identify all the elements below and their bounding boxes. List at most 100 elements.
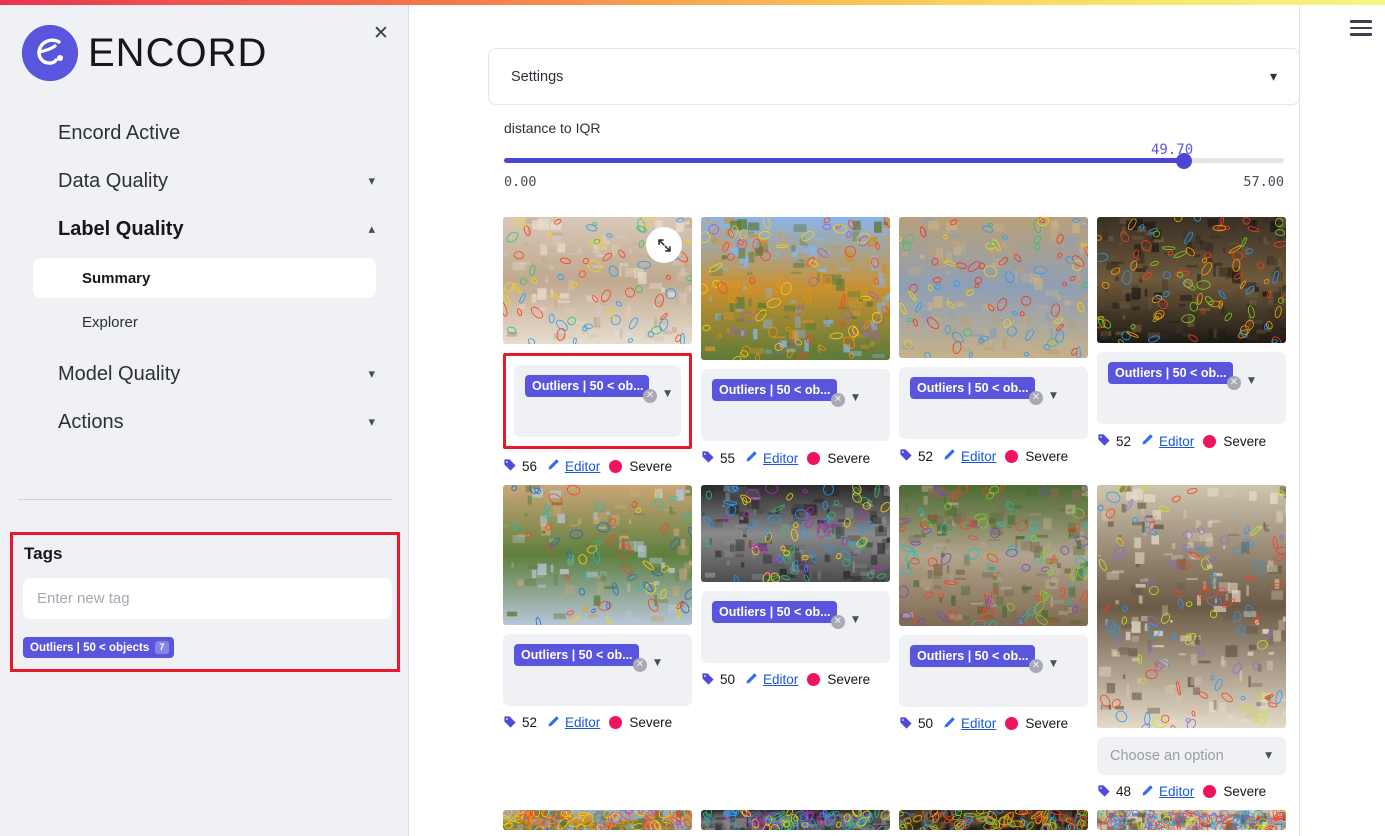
card-tag-selector[interactable]: Outliers | 50 < ob... ✕ ▼	[701, 590, 890, 663]
object-count: 50	[720, 672, 736, 688]
caret-down-icon[interactable]: ▼	[664, 389, 671, 399]
hamburger-menu-icon[interactable]	[1350, 20, 1372, 36]
editor-link[interactable]: Editor	[763, 672, 798, 687]
card-tag-selector[interactable]: Outliers | 50 < ob... ✕ ▼	[899, 634, 1088, 707]
card-meta-row: 50 Editor Severe	[701, 672, 890, 688]
card-tag-selector[interactable]: Outliers | 50 < ob... ✕ ▼	[503, 633, 692, 706]
sidebar-item-label-quality[interactable]: Label Quality ▴	[0, 205, 409, 253]
sidebar-item-actions[interactable]: Actions ▾	[0, 398, 409, 446]
image-thumbnail[interactable]	[1097, 810, 1286, 831]
chevron-down-icon: ▾	[368, 366, 375, 382]
editor-link[interactable]: Editor	[565, 459, 600, 474]
iqr-slider-group: distance to IQR 49.70 0.00 57.00	[504, 120, 1284, 190]
caret-down-icon[interactable]: ▼	[654, 658, 661, 668]
image-thumbnail[interactable]	[503, 217, 692, 344]
severity-label: Severe	[827, 450, 871, 466]
tag-icon	[503, 458, 517, 474]
image-thumbnail[interactable]	[701, 810, 890, 831]
sidebar-item-model-quality[interactable]: Model Quality ▾	[0, 350, 409, 398]
card-tag-pill[interactable]: Outliers | 50 < ob...	[712, 379, 837, 402]
severity-label: Severe	[1025, 448, 1069, 464]
card-tag-pill[interactable]: Outliers | 50 < ob...	[712, 600, 837, 624]
caret-down-icon[interactable]: ▼	[852, 615, 859, 625]
iqr-slider[interactable]	[504, 152, 1284, 169]
card-tag-selector[interactable]: Outliers | 50 < ob... ✕ ▼	[701, 369, 890, 441]
tag-pill-outliers[interactable]: Outliers | 50 < objects 7	[23, 637, 174, 658]
choose-an-option-dropdown[interactable]: Choose an option ▼	[1097, 736, 1286, 775]
card-tag-selector[interactable]: Outliers | 50 < ob... ✕ ▼	[899, 367, 1088, 439]
editor-link[interactable]: Editor	[565, 715, 600, 730]
severity-dot-icon	[609, 716, 623, 730]
thumbnail-canvas	[1097, 217, 1286, 343]
editor-link[interactable]: Editor	[1159, 784, 1194, 799]
image-card: Outliers | 50 < ob... ✕ ▼ 55 Editor Severe	[701, 217, 890, 466]
image-thumbnail[interactable]	[1097, 484, 1286, 728]
object-count: 52	[1116, 433, 1132, 449]
sidebar-item-explorer[interactable]: Explorer	[33, 304, 376, 340]
expand-icon[interactable]	[646, 227, 682, 263]
severity-label: Severe	[1025, 716, 1069, 732]
image-thumbnail[interactable]	[899, 810, 1088, 831]
image-thumbnail[interactable]	[503, 810, 692, 831]
thumbnail-canvas	[1097, 484, 1286, 728]
image-thumbnail[interactable]	[503, 484, 692, 625]
caret-down-icon[interactable]: ▼	[852, 393, 859, 403]
editor-link[interactable]: Editor	[961, 449, 996, 464]
severity-dot-icon	[1203, 434, 1217, 448]
sidebar-item-label: Data Quality	[58, 169, 169, 192]
close-icon[interactable]: ✕	[370, 22, 392, 44]
card-tag-selector[interactable]: Outliers | 50 < ob... ✕ ▼	[503, 353, 692, 449]
card-tag-pill[interactable]: Outliers | 50 < ob...	[525, 375, 650, 398]
slider-thumb[interactable]	[1176, 152, 1193, 169]
pencil-icon	[942, 716, 956, 732]
card-tag-pill[interactable]: Outliers | 50 < ob...	[1108, 362, 1233, 385]
sidebar-item-encord-active[interactable]: Encord Active	[0, 109, 409, 157]
new-tag-input[interactable]	[23, 578, 392, 619]
object-count: 55	[720, 450, 736, 466]
remove-tag-icon[interactable]: ✕	[643, 389, 658, 403]
tag-pill-count: 7	[155, 641, 169, 654]
card-tag-pill[interactable]: Outliers | 50 < ob...	[910, 644, 1035, 668]
remove-tag-icon[interactable]: ✕	[633, 657, 647, 672]
image-card: Outliers | 50 < ob... ✕ ▼ 52 Editor Severe	[899, 217, 1088, 464]
image-thumbnail[interactable]	[899, 484, 1088, 626]
remove-tag-icon[interactable]: ✕	[831, 614, 845, 629]
editor-link[interactable]: Editor	[961, 716, 996, 731]
brand-name: ENCORD	[88, 30, 268, 75]
sidebar-item-data-quality[interactable]: Data Quality ▾	[0, 157, 409, 205]
pencil-icon	[744, 672, 758, 688]
tag-selector-inner: Outliers | 50 < ob... ✕ ▼	[514, 365, 681, 437]
card-tag-pill[interactable]: Outliers | 50 < ob...	[910, 377, 1035, 400]
image-thumbnail[interactable]	[1097, 217, 1286, 343]
thumbnail-canvas	[899, 810, 1088, 831]
remove-tag-icon[interactable]: ✕	[1029, 658, 1043, 673]
remove-tag-icon[interactable]: ✕	[831, 393, 845, 407]
severity-label: Severe	[827, 672, 871, 688]
card-tag-selector[interactable]: Outliers | 50 < ob... ✕ ▼	[1097, 352, 1286, 424]
pencil-icon	[546, 458, 560, 474]
main-content: Settings ▾ distance to IQR 49.70 0.00 57…	[410, 5, 1300, 836]
tags-panel: Tags Outliers | 50 < objects 7	[10, 532, 400, 672]
sidebar-item-label: Actions	[58, 410, 124, 433]
image-thumbnail[interactable]	[701, 217, 890, 360]
remove-tag-icon[interactable]: ✕	[1227, 376, 1241, 390]
caret-down-icon[interactable]: ▼	[1050, 391, 1057, 401]
slider-caption: distance to IQR	[504, 120, 601, 136]
slider-fill	[504, 158, 1185, 163]
caret-down-icon[interactable]: ▼	[1050, 659, 1057, 669]
settings-accordion[interactable]: Settings ▾	[488, 48, 1299, 105]
card-tag-pill[interactable]: Outliers | 50 < ob...	[514, 643, 639, 667]
editor-link[interactable]: Editor	[1159, 434, 1194, 449]
image-thumbnail[interactable]	[701, 484, 890, 582]
sidebar-item-summary[interactable]: Summary	[33, 258, 376, 298]
tag-icon	[701, 450, 715, 466]
severity-label: Severe	[629, 715, 673, 731]
image-thumbnail[interactable]	[899, 217, 1088, 358]
remove-tag-icon[interactable]: ✕	[1029, 391, 1043, 405]
caret-down-icon[interactable]: ▼	[1248, 376, 1255, 386]
encord-logo-icon	[22, 25, 78, 81]
pencil-icon	[744, 450, 758, 466]
editor-link[interactable]: Editor	[763, 451, 798, 466]
thumbnail-canvas	[899, 484, 1088, 626]
severity-dot-icon	[1203, 785, 1217, 799]
